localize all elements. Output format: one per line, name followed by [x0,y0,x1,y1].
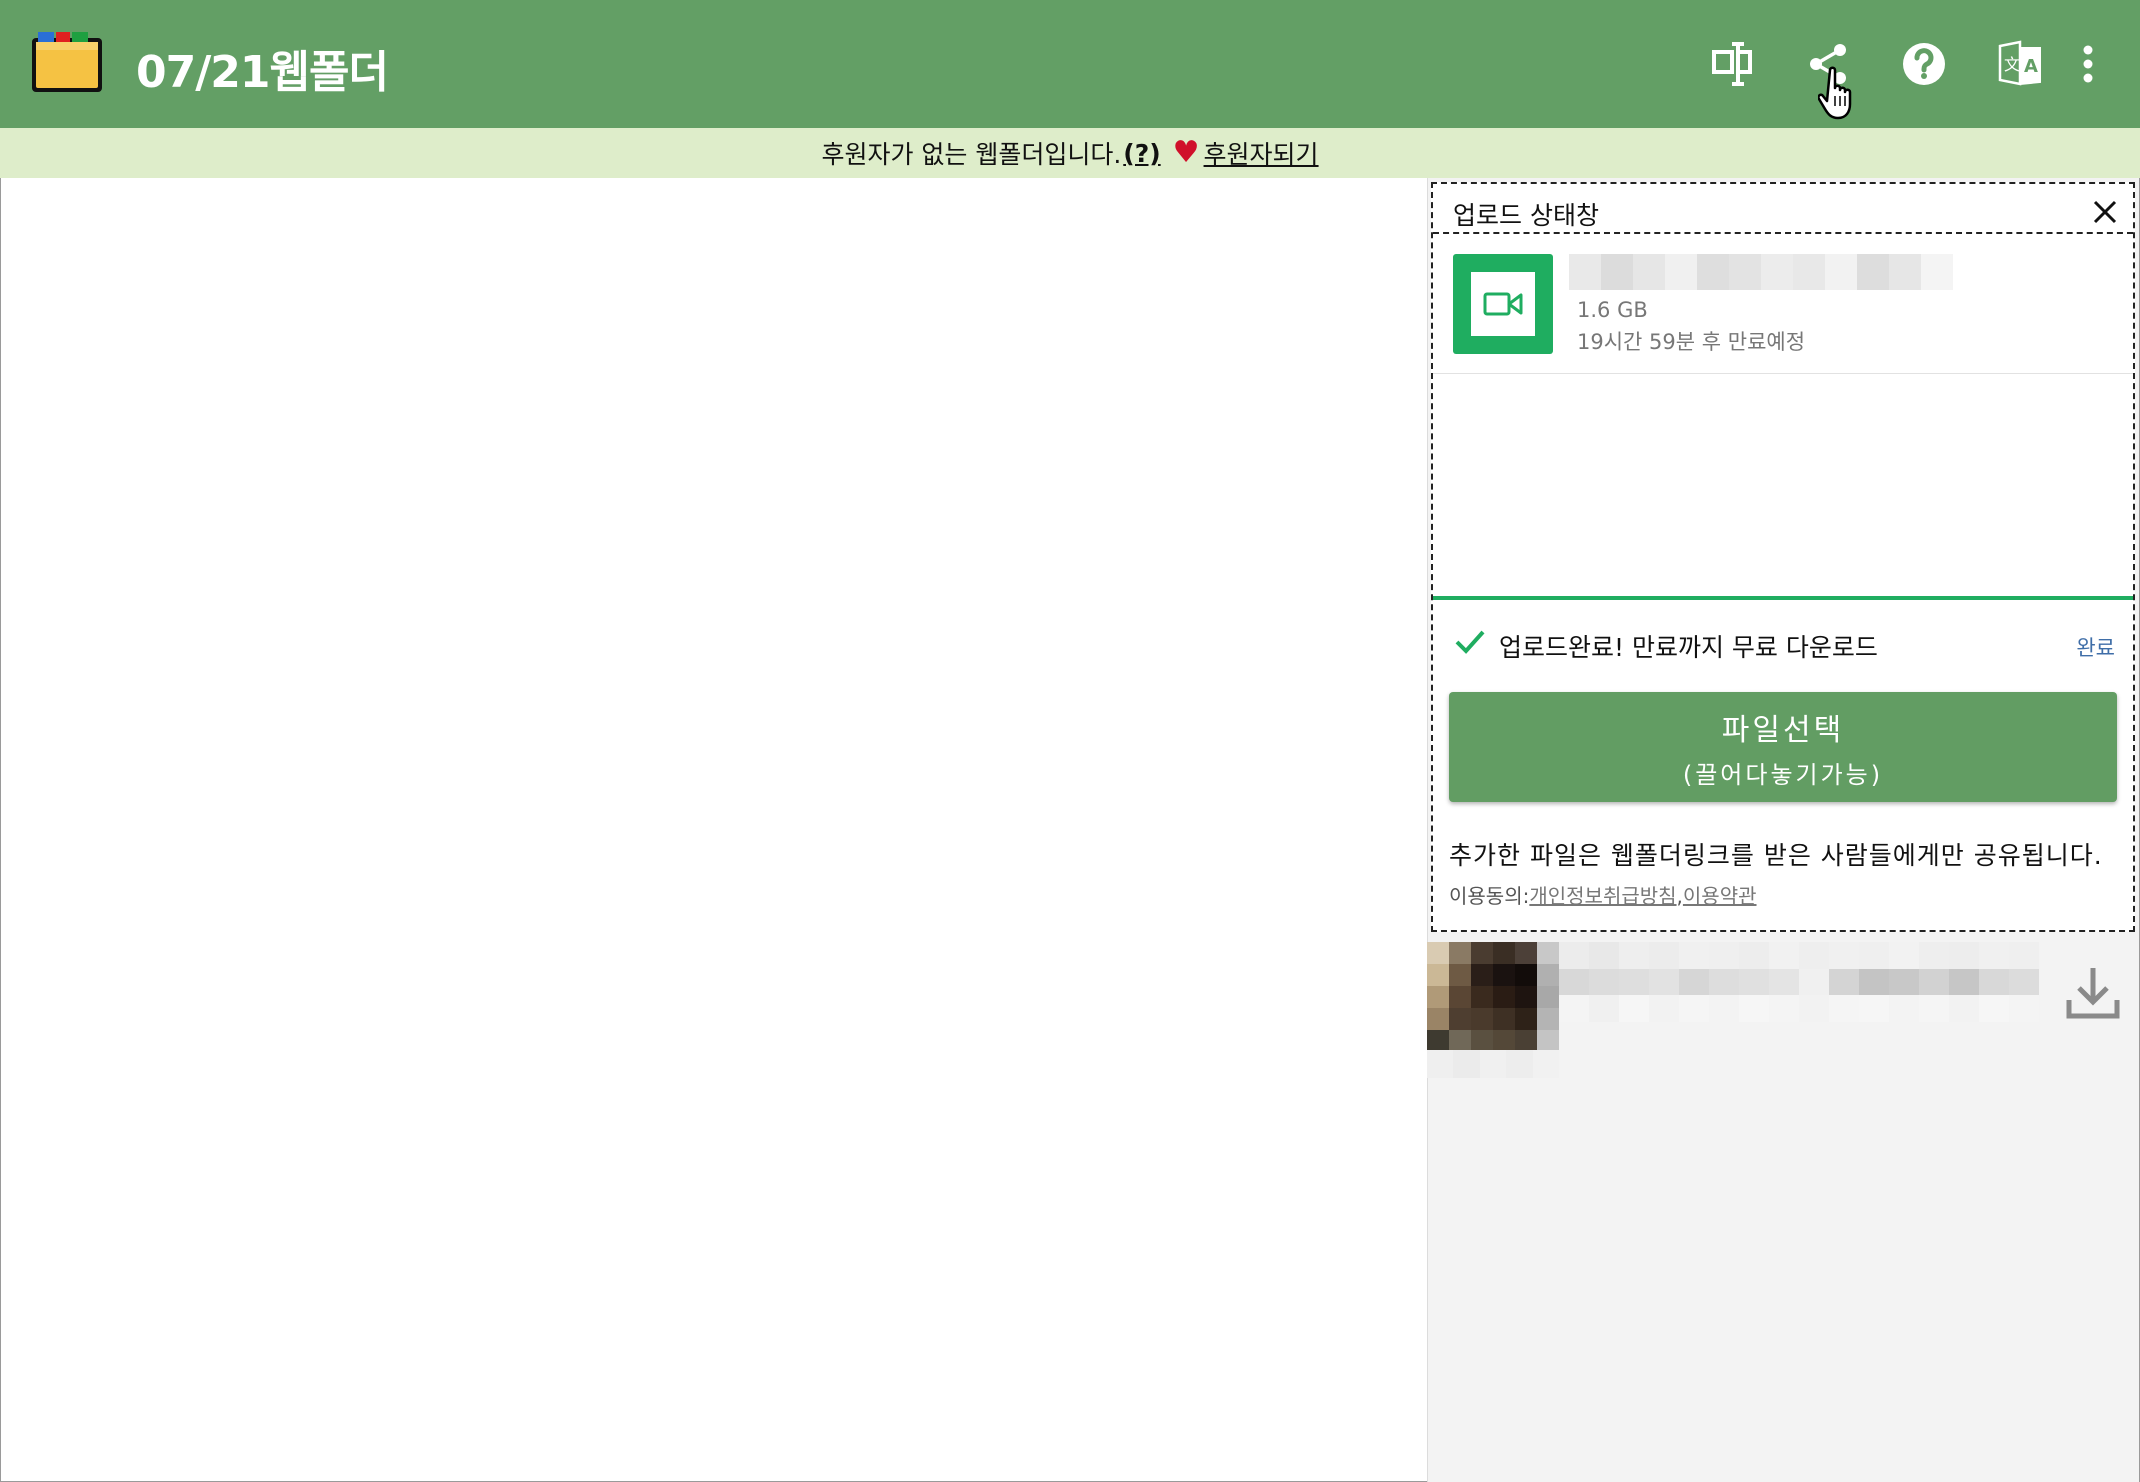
terms-of-use-link[interactable]: 이용약관 [1683,884,1757,908]
consent-label: 이용동의: [1449,884,1530,908]
desktop-sync-button[interactable] [1704,36,1760,92]
upload-status-panel: 업로드 상태창 1.6 GB 19시간 59분 후 만료예정 업로드완료! 만료… [1431,182,2135,932]
become-sponsor-link[interactable]: 후원자되기 [1204,135,1319,171]
select-file-label: 파일선택 [1721,712,1845,748]
upload-progress-bar [1433,596,2133,600]
video-icon [1483,292,1523,316]
desktop-sync-icon [1712,42,1752,86]
svg-text:A: A [2024,56,2038,77]
upload-complete-text: 업로드완료! 만료까지 무료 다운로드 [1499,633,1878,662]
translate-icon: 文 A [1998,40,2041,86]
sponsor-notice-text: 후원자가 없는 웹폴더입니다. [821,140,1122,169]
file-name-redacted [1569,254,1953,290]
hand-cursor-icon [1818,66,1852,120]
help-button[interactable] [1896,36,1952,92]
file-thumbnail-redacted [1427,942,1559,1052]
help-icon [1903,43,1945,85]
share-notice-text: 추가한 파일은 웹폴더링크를 받은 사람들에게만 공유됩니다. [1449,841,2103,870]
file-expiry: 19시간 59분 후 만료예정 [1577,330,1806,354]
close-icon[interactable] [2085,192,2125,232]
more-menu-icon [2083,45,2093,83]
download-icon[interactable] [2063,962,2123,1022]
file-thumbnail [1453,254,1553,354]
svg-text:文: 文 [2004,55,2020,74]
privacy-policy-link[interactable]: 개인정보취급방침 [1529,884,1676,908]
uploaded-file-row: 1.6 GB 19시간 59분 후 만료예정 [1433,234,2133,374]
check-icon [1455,630,1485,654]
sponsor-notice-bar: 후원자가 없는 웹폴더입니다. (?) ♥ 후원자되기 [0,128,2140,178]
list-item[interactable] [1427,942,2139,1082]
file-size: 1.6 GB [1577,298,1648,322]
folder-logo-icon [32,32,102,92]
file-meta-redacted [1427,1050,1560,1078]
header-bar: 07/21웹폴더 文 A [0,0,2140,128]
upload-complete-row: 업로드완료! 만료까지 무료 다운로드 완료 [1433,614,2133,670]
upload-panel-title: 업로드 상태창 [1453,201,1599,230]
translate-button[interactable]: 文 A [1992,36,2048,92]
page-title: 07/21웹폴더 [136,47,389,98]
select-file-button[interactable]: 파일선택 (끌어다놓기가능) [1449,692,2117,802]
upload-done-link[interactable]: 완료 [2076,632,2115,662]
file-name-redacted [1559,942,2039,1022]
more-menu-button[interactable] [2064,36,2112,92]
consent-line: 이용동의:개인정보취급방침,이용약관 [1449,880,1757,909]
sponsor-help-link[interactable]: (?) [1123,139,1160,168]
drag-drop-hint: (끌어다놓기가능) [1682,760,1884,789]
heart-icon: ♥ [1172,135,1200,170]
